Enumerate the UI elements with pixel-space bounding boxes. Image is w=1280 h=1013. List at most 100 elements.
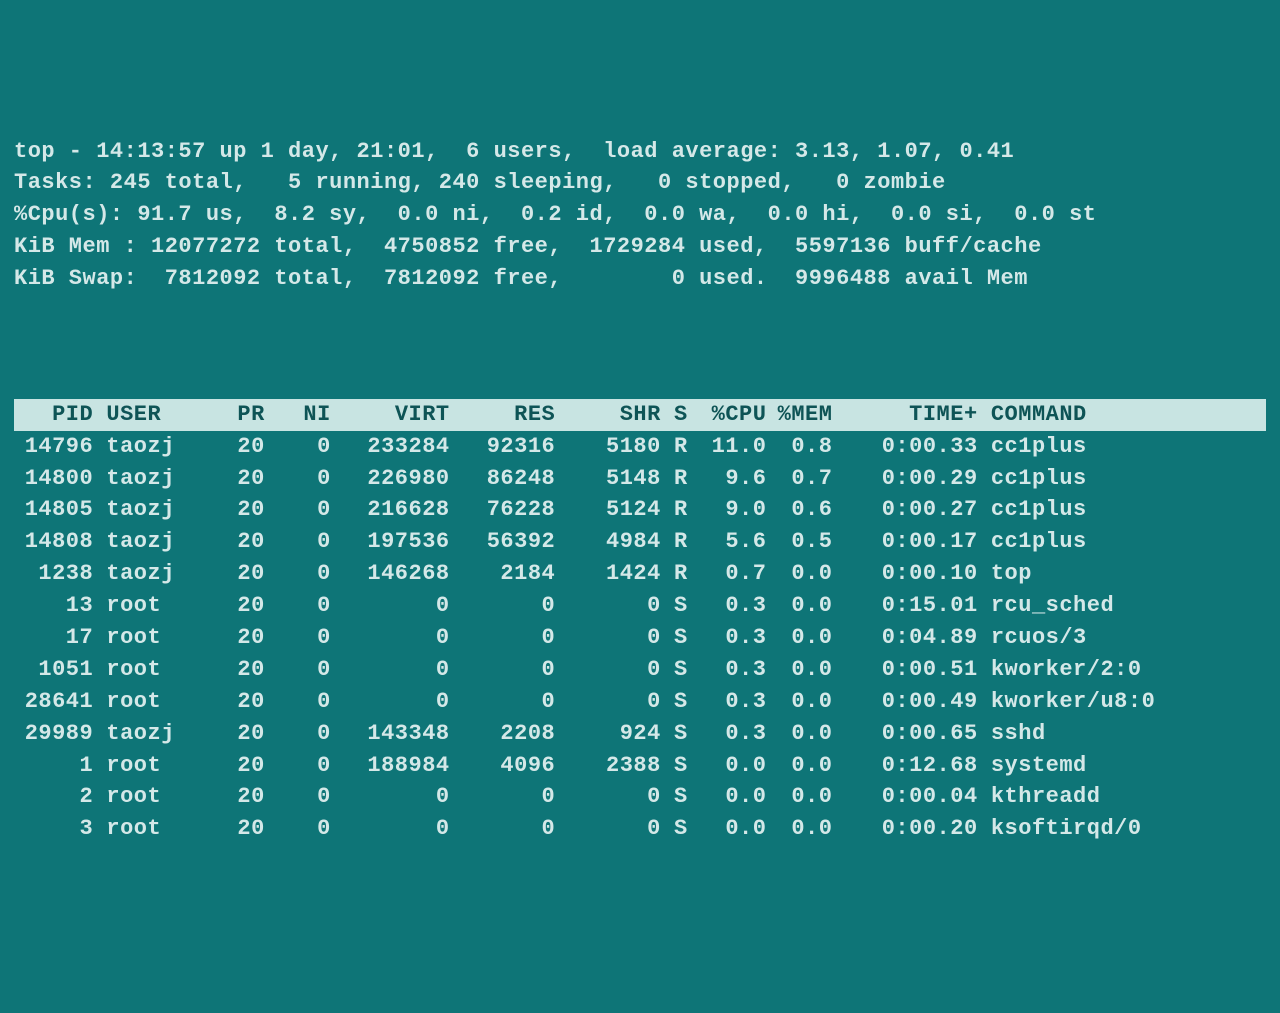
cell-user: taozj — [93, 718, 212, 750]
cell-mem: 0.6 — [766, 494, 832, 526]
cell-time: 0:12.68 — [832, 750, 977, 782]
cell-pr: 20 — [212, 494, 265, 526]
cell-mem: 0.0 — [766, 813, 832, 845]
cell-user: root — [93, 654, 212, 686]
col-header-res[interactable]: RES — [450, 399, 556, 431]
cell-pr: 20 — [212, 463, 265, 495]
cell-res: 76228 — [450, 494, 556, 526]
cell-ni: 0 — [265, 590, 331, 622]
col-header-mem[interactable]: %MEM — [766, 399, 832, 431]
cell-pr: 20 — [212, 431, 265, 463]
col-header-s[interactable]: S — [661, 399, 687, 431]
cell-time: 0:00.49 — [832, 686, 977, 718]
table-row[interactable]: 13root200000S0.30.00:15.01rcu_sched — [14, 590, 1266, 622]
cell-cpu: 0.0 — [687, 750, 766, 782]
table-row[interactable]: 14805taozj200216628762285124R9.00.60:00.… — [14, 494, 1266, 526]
cell-pr: 20 — [212, 718, 265, 750]
cell-time: 0:04.89 — [832, 622, 977, 654]
cell-s: R — [661, 463, 687, 495]
cell-ni: 0 — [265, 526, 331, 558]
cell-cpu: 5.6 — [687, 526, 766, 558]
cell-time: 0:00.51 — [832, 654, 977, 686]
cell-ni: 0 — [265, 494, 331, 526]
cell-ni: 0 — [265, 558, 331, 590]
table-row[interactable]: 14800taozj200226980862485148R9.60.70:00.… — [14, 463, 1266, 495]
table-row[interactable]: 29989taozj2001433482208924S0.30.00:00.65… — [14, 718, 1266, 750]
cell-s: S — [661, 686, 687, 718]
col-header-virt[interactable]: VIRT — [331, 399, 450, 431]
cell-shr: 0 — [555, 590, 661, 622]
col-header-cpu[interactable]: %CPU — [687, 399, 766, 431]
col-header-cmd[interactable]: COMMAND — [978, 399, 1163, 431]
table-row[interactable]: 1root20018898440962388S0.00.00:12.68syst… — [14, 750, 1266, 782]
cell-cpu: 9.6 — [687, 463, 766, 495]
table-row[interactable]: 3root200000S0.00.00:00.20ksoftirqd/0 — [14, 813, 1266, 845]
col-header-ni[interactable]: NI — [265, 399, 331, 431]
col-header-time[interactable]: TIME+ — [832, 399, 977, 431]
table-row[interactable]: 1238taozj20014626821841424R0.70.00:00.10… — [14, 558, 1266, 590]
cell-shr: 5148 — [555, 463, 661, 495]
table-row[interactable]: 14808taozj200197536563924984R5.60.50:00.… — [14, 526, 1266, 558]
cell-cmd: cc1plus — [978, 431, 1163, 463]
cell-mem: 0.0 — [766, 590, 832, 622]
cell-mem: 0.0 — [766, 750, 832, 782]
cell-cmd: systemd — [978, 750, 1163, 782]
cell-pr: 20 — [212, 813, 265, 845]
table-row[interactable]: 1051root200000S0.30.00:00.51kworker/2:0 — [14, 654, 1266, 686]
summary-line-4: KiB Swap: 7812092 total, 7812092 free, 0… — [14, 263, 1266, 295]
col-header-shr[interactable]: SHR — [555, 399, 661, 431]
cell-cpu: 0.3 — [687, 686, 766, 718]
cell-user: taozj — [93, 431, 212, 463]
cell-cmd: top — [978, 558, 1163, 590]
cell-cpu: 0.0 — [687, 813, 766, 845]
cell-virt: 188984 — [331, 750, 450, 782]
cell-shr: 4984 — [555, 526, 661, 558]
cell-mem: 0.0 — [766, 654, 832, 686]
cell-mem: 0.0 — [766, 781, 832, 813]
cell-pr: 20 — [212, 622, 265, 654]
cell-shr: 5124 — [555, 494, 661, 526]
cell-virt: 143348 — [331, 718, 450, 750]
cell-time: 0:00.65 — [832, 718, 977, 750]
cell-cpu: 0.3 — [687, 718, 766, 750]
cell-mem: 0.0 — [766, 622, 832, 654]
cell-cpu: 0.7 — [687, 558, 766, 590]
cell-virt: 216628 — [331, 494, 450, 526]
cell-virt: 226980 — [331, 463, 450, 495]
cell-mem: 0.5 — [766, 526, 832, 558]
table-row[interactable]: 2root200000S0.00.00:00.04kthreadd — [14, 781, 1266, 813]
col-header-pid[interactable]: PID — [14, 399, 93, 431]
cell-virt: 0 — [331, 622, 450, 654]
cell-time: 0:00.04 — [832, 781, 977, 813]
cell-mem: 0.0 — [766, 686, 832, 718]
process-table[interactable]: PIDUSERPRNIVIRTRESSHRS%CPU%MEMTIME+COMMA… — [14, 399, 1266, 845]
cell-ni: 0 — [265, 718, 331, 750]
cell-s: S — [661, 750, 687, 782]
table-row[interactable]: 14796taozj200233284923165180R11.00.80:00… — [14, 431, 1266, 463]
cell-shr: 0 — [555, 813, 661, 845]
cell-res: 0 — [450, 654, 556, 686]
cell-user: taozj — [93, 494, 212, 526]
cell-pid: 3 — [14, 813, 93, 845]
cell-virt: 233284 — [331, 431, 450, 463]
cell-mem: 0.8 — [766, 431, 832, 463]
table-row[interactable]: 28641root200000S0.30.00:00.49kworker/u8:… — [14, 686, 1266, 718]
cell-s: S — [661, 622, 687, 654]
cell-user: taozj — [93, 526, 212, 558]
cell-res: 56392 — [450, 526, 556, 558]
cell-cmd: kworker/2:0 — [978, 654, 1163, 686]
cell-pid: 14805 — [14, 494, 93, 526]
cell-mem: 0.7 — [766, 463, 832, 495]
cell-pid: 1238 — [14, 558, 93, 590]
cell-pid: 14796 — [14, 431, 93, 463]
cell-user: taozj — [93, 463, 212, 495]
table-header-row[interactable]: PIDUSERPRNIVIRTRESSHRS%CPU%MEMTIME+COMMA… — [14, 399, 1266, 431]
table-row[interactable]: 17root200000S0.30.00:04.89rcuos/3 — [14, 622, 1266, 654]
col-header-user[interactable]: USER — [93, 399, 212, 431]
cell-res: 92316 — [450, 431, 556, 463]
cell-virt: 0 — [331, 654, 450, 686]
cell-pid: 14808 — [14, 526, 93, 558]
cell-s: S — [661, 781, 687, 813]
summary-line-1: Tasks: 245 total, 5 running, 240 sleepin… — [14, 167, 1266, 199]
col-header-pr[interactable]: PR — [212, 399, 265, 431]
